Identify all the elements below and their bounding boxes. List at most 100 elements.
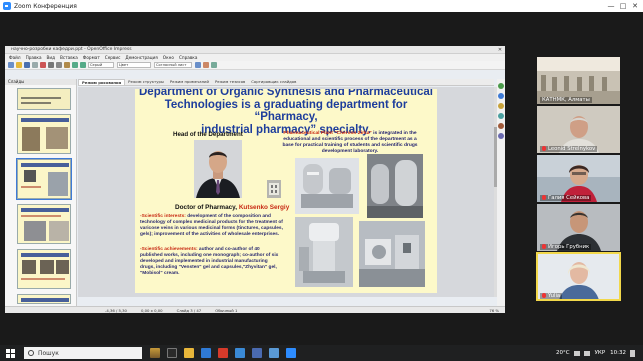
- cut-icon[interactable]: [48, 62, 54, 68]
- impress-sidebar: [497, 79, 505, 306]
- tab-handout[interactable]: Режим тезисов: [212, 79, 248, 85]
- paste-icon[interactable]: [64, 62, 70, 68]
- participant-tile[interactable]: Галия Сейкова: [537, 155, 620, 202]
- participant-tile-active-speaker[interactable]: Yulia: [536, 252, 621, 301]
- slide-counter: Слайд 3 / 47: [176, 307, 202, 313]
- table-icon[interactable]: [195, 62, 201, 68]
- notifications-icon[interactable]: [630, 349, 635, 357]
- slide-thumbnail[interactable]: [9, 204, 71, 244]
- file-explorer-icon[interactable]: [184, 348, 194, 358]
- pharmaceutical-plant-text: Pharmaceutical Plant "Chervon Zirka" is …: [282, 131, 418, 155]
- menu-tools[interactable]: Сервис: [105, 55, 121, 60]
- line-style-select[interactable]: Согласный лист: [154, 62, 192, 68]
- participant-tile[interactable]: Игорь Грубник: [537, 204, 620, 251]
- zoom-logo-icon: [3, 2, 11, 10]
- styles-icon[interactable]: [498, 93, 504, 99]
- volume-icon[interactable]: [583, 350, 590, 356]
- menu-view[interactable]: Вид: [47, 55, 56, 60]
- pdf-export-icon[interactable]: [40, 62, 46, 68]
- undo-icon[interactable]: [72, 62, 78, 68]
- participant-name: Галия Сейкова: [540, 195, 592, 201]
- image-icon[interactable]: [211, 62, 217, 68]
- windows-taskbar: Пошук 20°C УКР 10:32: [0, 345, 643, 361]
- store-icon[interactable]: [235, 348, 245, 358]
- task-view-icon[interactable]: [167, 348, 177, 358]
- slide-thumbnail[interactable]: [9, 88, 71, 110]
- equipment-photo-tanks: [367, 154, 423, 218]
- zoom-window: Zoom Конференция — □ ✕ научно-розробки к…: [0, 0, 643, 361]
- redo-icon[interactable]: [80, 62, 86, 68]
- participant-tile[interactable]: Leonid Strelnykov: [537, 106, 620, 153]
- menu-format[interactable]: Формат: [83, 55, 100, 60]
- search-icon: [28, 350, 34, 356]
- menu-slideshow[interactable]: Демонстрация: [125, 55, 157, 60]
- new-document-icon[interactable]: [8, 62, 14, 68]
- menu-help[interactable]: Справка: [179, 55, 197, 60]
- menu-window[interactable]: Окно: [163, 55, 174, 60]
- print-icon[interactable]: [32, 62, 38, 68]
- transition-icon[interactable]: [498, 133, 504, 139]
- tab-outline[interactable]: Режим структуры: [125, 79, 167, 85]
- tab-normal[interactable]: Режим рисования: [78, 79, 126, 85]
- network-icon[interactable]: [573, 350, 580, 356]
- participant-name: КАТНМК, Алматы: [540, 97, 592, 103]
- slide-thumbnail[interactable]: [9, 158, 72, 200]
- impress-close-button[interactable]: ✕: [495, 46, 505, 54]
- gallery-icon[interactable]: [498, 103, 504, 109]
- area-style-select[interactable]: Цвет: [117, 62, 151, 68]
- windows-start-icon[interactable]: [6, 348, 15, 358]
- mail-icon[interactable]: [252, 348, 262, 358]
- window-controls: — □ ✕: [605, 0, 641, 12]
- muted-mic-icon: [542, 195, 546, 200]
- head-of-department-label: Head of the Department: [173, 131, 243, 138]
- slides-panel: Слайды: [5, 79, 77, 306]
- properties-icon[interactable]: [498, 83, 504, 89]
- cursor-position: -4,36 / 5,30: [105, 307, 127, 313]
- weather-temperature[interactable]: 20°C: [556, 350, 570, 356]
- participant-tile[interactable]: КАТНМК, Алматы: [537, 57, 620, 104]
- current-slide[interactable]: Department of Organic Synthesis and Phar…: [135, 89, 437, 293]
- open-folder-icon[interactable]: [16, 62, 22, 68]
- menu-insert[interactable]: Вставка: [60, 55, 78, 60]
- opera-icon[interactable]: [218, 348, 228, 358]
- tab-slide-sorter[interactable]: Сортировщик слайдов: [248, 79, 299, 85]
- muted-mic-icon: [542, 293, 546, 298]
- slide-thumbnail[interactable]: [9, 114, 71, 154]
- navigator-icon[interactable]: [498, 113, 504, 119]
- edge-icon[interactable]: [201, 348, 211, 358]
- copy-icon[interactable]: [56, 62, 62, 68]
- equipment-photo-reactor: [295, 158, 359, 214]
- maximize-button[interactable]: □: [617, 0, 629, 12]
- openoffice-icon[interactable]: [269, 348, 279, 358]
- taskbar-search-placeholder: Пошук: [38, 349, 59, 357]
- chart-icon[interactable]: [203, 62, 209, 68]
- slide-title-line-2: Technologies is a graduating department …: [164, 98, 408, 124]
- menu-edit[interactable]: Правка: [26, 55, 42, 60]
- line-color-select[interactable]: Серый: [88, 62, 114, 68]
- clock[interactable]: 10:32: [610, 350, 626, 356]
- equipment-photo-fluid-bed: [295, 217, 353, 287]
- system-tray: 20°C УКР 10:32: [551, 345, 635, 361]
- impress-standard-toolbar: Серый Цвет Согласный лист: [5, 61, 505, 70]
- city-skyline-icon[interactable]: [150, 348, 160, 358]
- slide-thumbnail[interactable]: [9, 249, 71, 289]
- slide-canvas[interactable]: Department of Organic Synthesis and Phar…: [78, 87, 494, 297]
- muted-mic-icon: [542, 244, 546, 249]
- taskbar-search[interactable]: Пошук: [24, 347, 142, 359]
- minimize-button[interactable]: —: [605, 0, 617, 12]
- keyboard-language[interactable]: УКР: [595, 350, 606, 356]
- tab-notes[interactable]: Режим примечаний: [167, 79, 212, 85]
- close-button[interactable]: ✕: [629, 0, 641, 12]
- slide-layout-name: Обычный 1: [215, 307, 238, 313]
- zoom-taskbar-icon[interactable]: [286, 348, 296, 358]
- department-head-name: Doctor of Pharmacy, Kutsenko Sergiy: [175, 204, 290, 211]
- muted-mic-icon: [542, 146, 546, 151]
- save-icon[interactable]: [24, 62, 30, 68]
- zoom-level[interactable]: 76 %: [489, 308, 499, 313]
- animation-icon[interactable]: [498, 123, 504, 129]
- menu-file[interactable]: Файл: [9, 55, 21, 60]
- participant-name: Yulia: [540, 293, 563, 299]
- view-tabs: Режим рисования Режим структуры Режим пр…: [78, 79, 494, 86]
- slide-thumbnail[interactable]: [9, 294, 71, 304]
- object-size: 0,00 x 0,00: [140, 307, 163, 313]
